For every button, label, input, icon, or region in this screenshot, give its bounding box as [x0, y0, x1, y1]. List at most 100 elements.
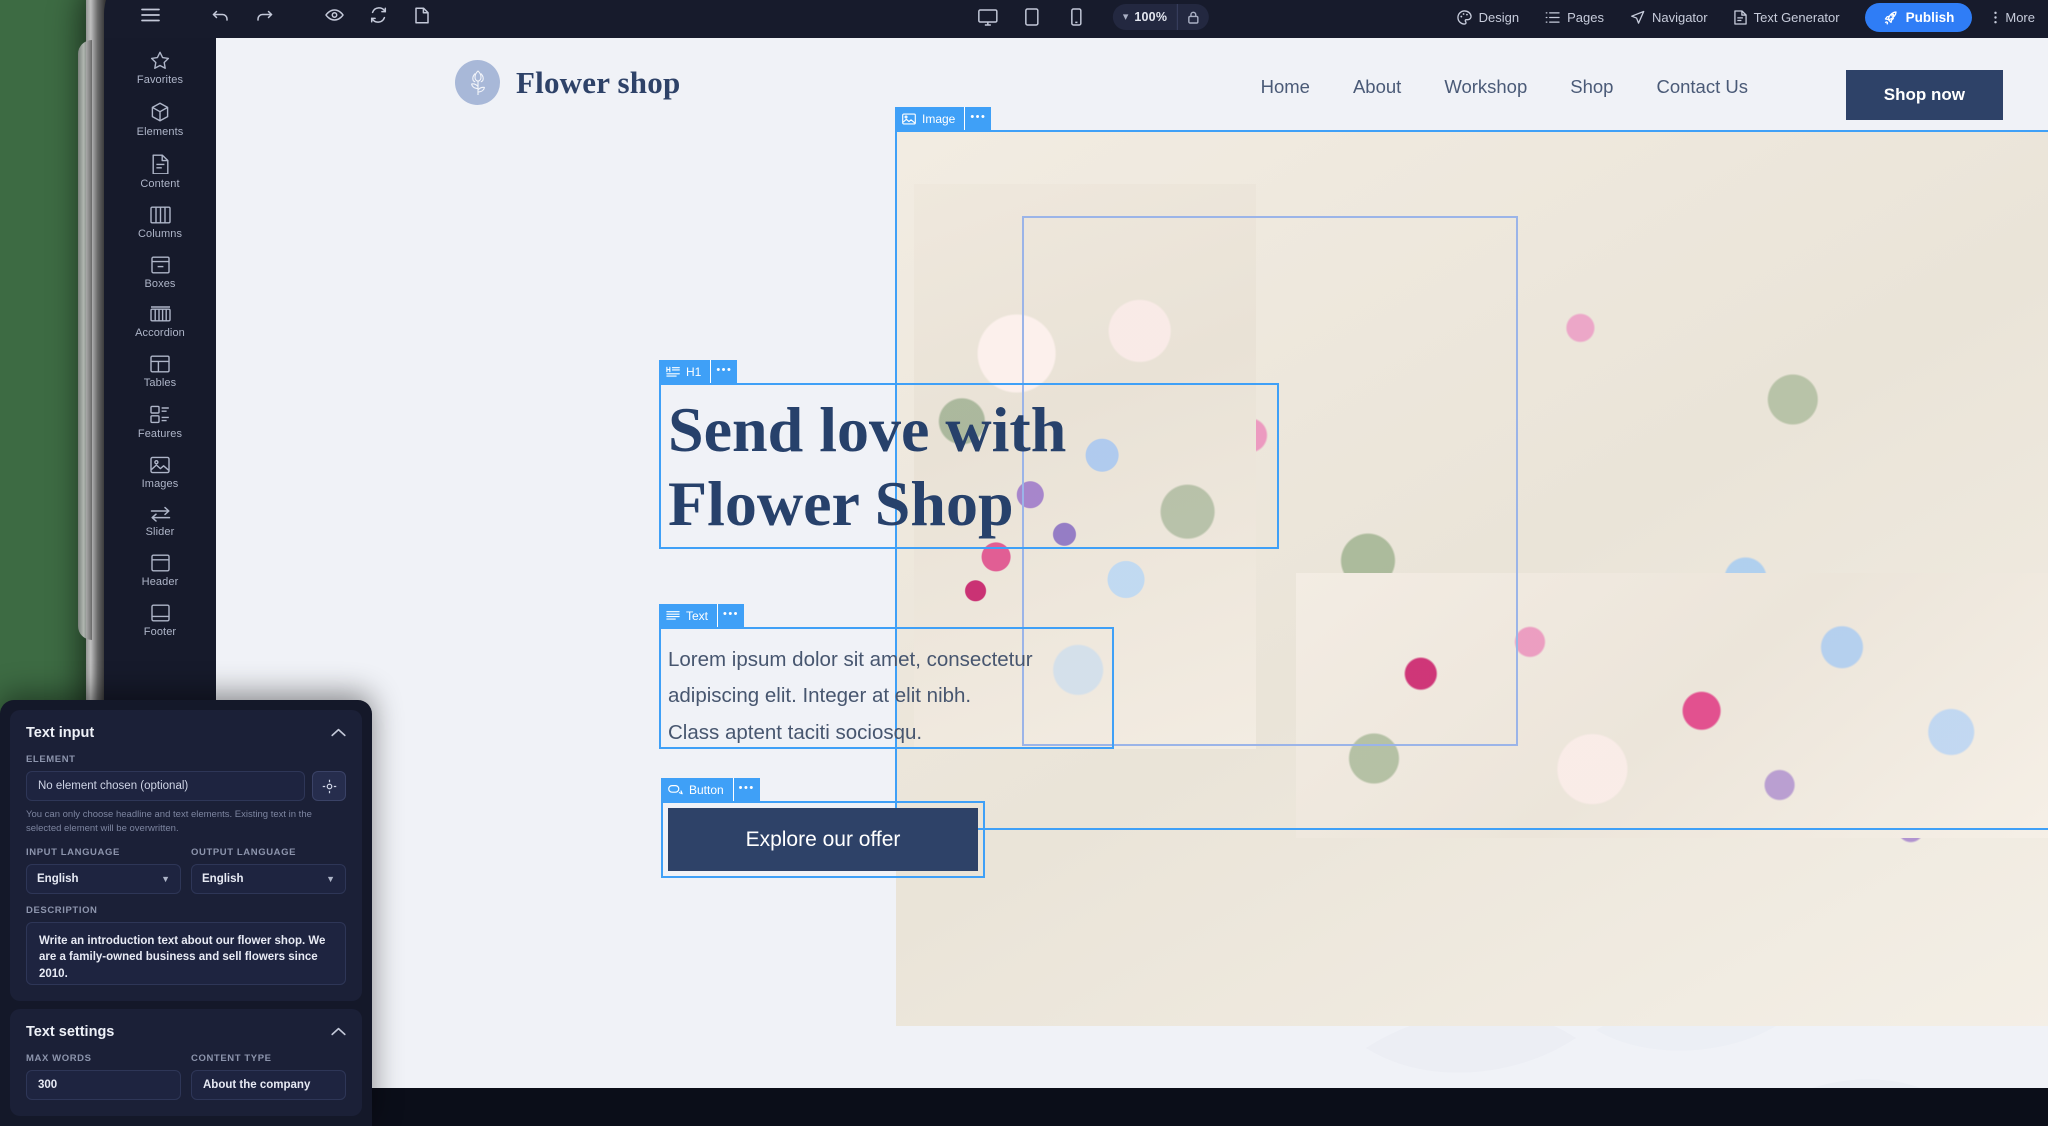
publish-button[interactable]: Publish: [1864, 2, 1973, 32]
h1-element-badge[interactable]: H1 •••: [659, 360, 738, 383]
sidebar-item-tables[interactable]: Tables: [104, 346, 216, 396]
sidebar-item-label: Footer: [143, 626, 177, 638]
zoom-control[interactable]: ▾ 100%: [1112, 4, 1210, 30]
h1-badge-label: H1: [686, 364, 702, 379]
more-button[interactable]: More: [1982, 4, 2046, 31]
site-logo[interactable]: Flower shop: [455, 60, 680, 105]
h1-badge-more-icon[interactable]: •••: [710, 360, 737, 383]
navigator-button[interactable]: Navigator: [1619, 4, 1719, 31]
sidebar-item-label: Images: [141, 478, 179, 490]
output-language-label: OUTPUT LANGUAGE: [191, 846, 297, 858]
sidebar-item-label: Slider: [145, 526, 175, 538]
redo-icon[interactable]: [242, 0, 286, 30]
mobile-icon[interactable]: [1059, 3, 1093, 31]
text-settings-header[interactable]: Text settings: [26, 1023, 346, 1041]
content-type-label: CONTENT TYPE: [191, 1052, 272, 1064]
undo-icon[interactable]: [198, 0, 242, 30]
image-badge-main[interactable]: Image: [895, 107, 964, 130]
image-element-badge[interactable]: Image •••: [895, 107, 992, 130]
paragraph-line-2: adipiscing elit. Integer at elit nibh.: [668, 684, 972, 708]
text-element-badge[interactable]: Text •••: [659, 604, 745, 627]
chevron-up-icon[interactable]: [331, 1023, 346, 1041]
menu-icon[interactable]: [128, 0, 172, 30]
image-icon: [150, 456, 170, 474]
sidebar-item-elements[interactable]: Elements: [104, 93, 216, 145]
design-button[interactable]: Design: [1446, 4, 1530, 31]
input-language-label: INPUT LANGUAGE: [26, 846, 120, 858]
nav-link-workshop[interactable]: Workshop: [1444, 76, 1527, 98]
header-icon: [150, 554, 170, 572]
headline-line-2: Flower Shop: [668, 468, 1014, 540]
document-icon: [152, 154, 169, 174]
button-badge-main[interactable]: Button: [661, 778, 733, 801]
pages-button[interactable]: Pages: [1534, 4, 1615, 31]
sidebar-item-label: Features: [137, 428, 183, 440]
footer-icon: [150, 604, 170, 622]
sidebar-item-slider[interactable]: Slider: [104, 497, 216, 545]
max-words-input[interactable]: 300: [26, 1069, 181, 1100]
sidebar-item-images[interactable]: Images: [104, 447, 216, 497]
page-paragraph: Lorem ipsum dolor sit amet, consectetur …: [668, 642, 1108, 751]
chevron-up-icon[interactable]: [331, 724, 346, 742]
content-type-group: CONTENT TYPE About the company: [191, 1053, 346, 1100]
design-label: Design: [1478, 9, 1520, 25]
desktop-icon[interactable]: [971, 3, 1005, 31]
input-language-value: English: [37, 872, 79, 885]
sidebar-item-label: Boxes: [144, 278, 176, 290]
text-input-card: Text input ELEMENT No element chosen (op…: [10, 710, 362, 1001]
element-field-row: No element chosen (optional): [26, 771, 346, 801]
output-language-group: OUTPUT LANGUAGE English ▼: [191, 847, 346, 894]
text-settings-title: Text settings: [26, 1023, 115, 1040]
text-generator-panel: Text input ELEMENT No element chosen (op…: [0, 700, 372, 1126]
output-language-select[interactable]: English ▼: [191, 863, 346, 894]
chevron-down-icon: ▼: [161, 873, 170, 884]
nav-link-shop[interactable]: Shop: [1570, 76, 1613, 98]
paragraph-line-1: Lorem ipsum dolor sit amet, consectetur: [668, 648, 1033, 671]
image-badge-more-icon[interactable]: •••: [964, 107, 991, 130]
input-language-select[interactable]: English ▼: [26, 863, 181, 894]
element-input[interactable]: No element chosen (optional): [26, 771, 305, 801]
reload-icon[interactable]: [356, 0, 400, 30]
h1-badge-main[interactable]: H1: [659, 360, 710, 383]
sidebar-item-content[interactable]: Content: [104, 145, 216, 197]
description-textarea[interactable]: Write an introduction text about our flo…: [26, 921, 346, 985]
shop-now-button[interactable]: Shop now: [1845, 70, 2003, 120]
sidebar-item-boxes[interactable]: Boxes: [104, 247, 216, 297]
text-generator-button[interactable]: Text Generator: [1723, 4, 1851, 31]
button-badge-more-icon[interactable]: •••: [732, 778, 760, 801]
cube-icon: [150, 102, 170, 122]
text-badge-main[interactable]: Text: [659, 604, 717, 627]
button-element-badge[interactable]: Button •••: [661, 778, 760, 801]
sidebar-item-features[interactable]: Features: [104, 396, 216, 447]
page-headline: Send love with Flower Shop: [668, 393, 1272, 541]
output-language-value: English: [202, 872, 244, 885]
sidebar-item-header[interactable]: Header: [104, 545, 216, 595]
text-input-header[interactable]: Text input: [26, 724, 346, 742]
target-picker-icon[interactable]: [312, 771, 346, 801]
sidebar-item-columns[interactable]: Columns: [104, 197, 216, 247]
tablet-icon[interactable]: [1015, 3, 1049, 31]
publish-label: Publish: [1905, 9, 1955, 25]
lock-icon[interactable]: [1177, 4, 1209, 30]
sidebar-item-accordion[interactable]: Accordion: [104, 297, 216, 346]
chevron-down-icon[interactable]: ▾: [1113, 11, 1135, 23]
nav-link-about[interactable]: About: [1353, 76, 1401, 98]
logo-text: Flower shop: [516, 64, 681, 100]
sidebar-item-label: Columns: [137, 228, 183, 240]
zoom-level-value: 100%: [1134, 10, 1168, 24]
star-icon: [150, 51, 170, 70]
description-label: DESCRIPTION: [26, 904, 98, 916]
accordion-icon: [149, 306, 171, 323]
nav-link-home[interactable]: Home: [1261, 76, 1310, 98]
nav-link-contact-us[interactable]: Contact Us: [1656, 76, 1748, 98]
preview-eye-icon[interactable]: [312, 0, 356, 30]
explore-our-offer-button[interactable]: Explore our offer: [668, 808, 978, 871]
page-icon[interactable]: [400, 0, 444, 30]
sidebar-item-footer[interactable]: Footer: [104, 595, 216, 645]
sidebar-item-favorites[interactable]: Favorites: [104, 42, 216, 93]
text-badge-more-icon[interactable]: •••: [717, 604, 744, 627]
sidebar-item-label: Header: [141, 576, 179, 588]
website-canvas: Flower shop Home About Workshop Shop Con…: [216, 38, 2048, 1088]
table-icon: [150, 355, 170, 373]
content-type-input[interactable]: About the company: [191, 1069, 346, 1100]
